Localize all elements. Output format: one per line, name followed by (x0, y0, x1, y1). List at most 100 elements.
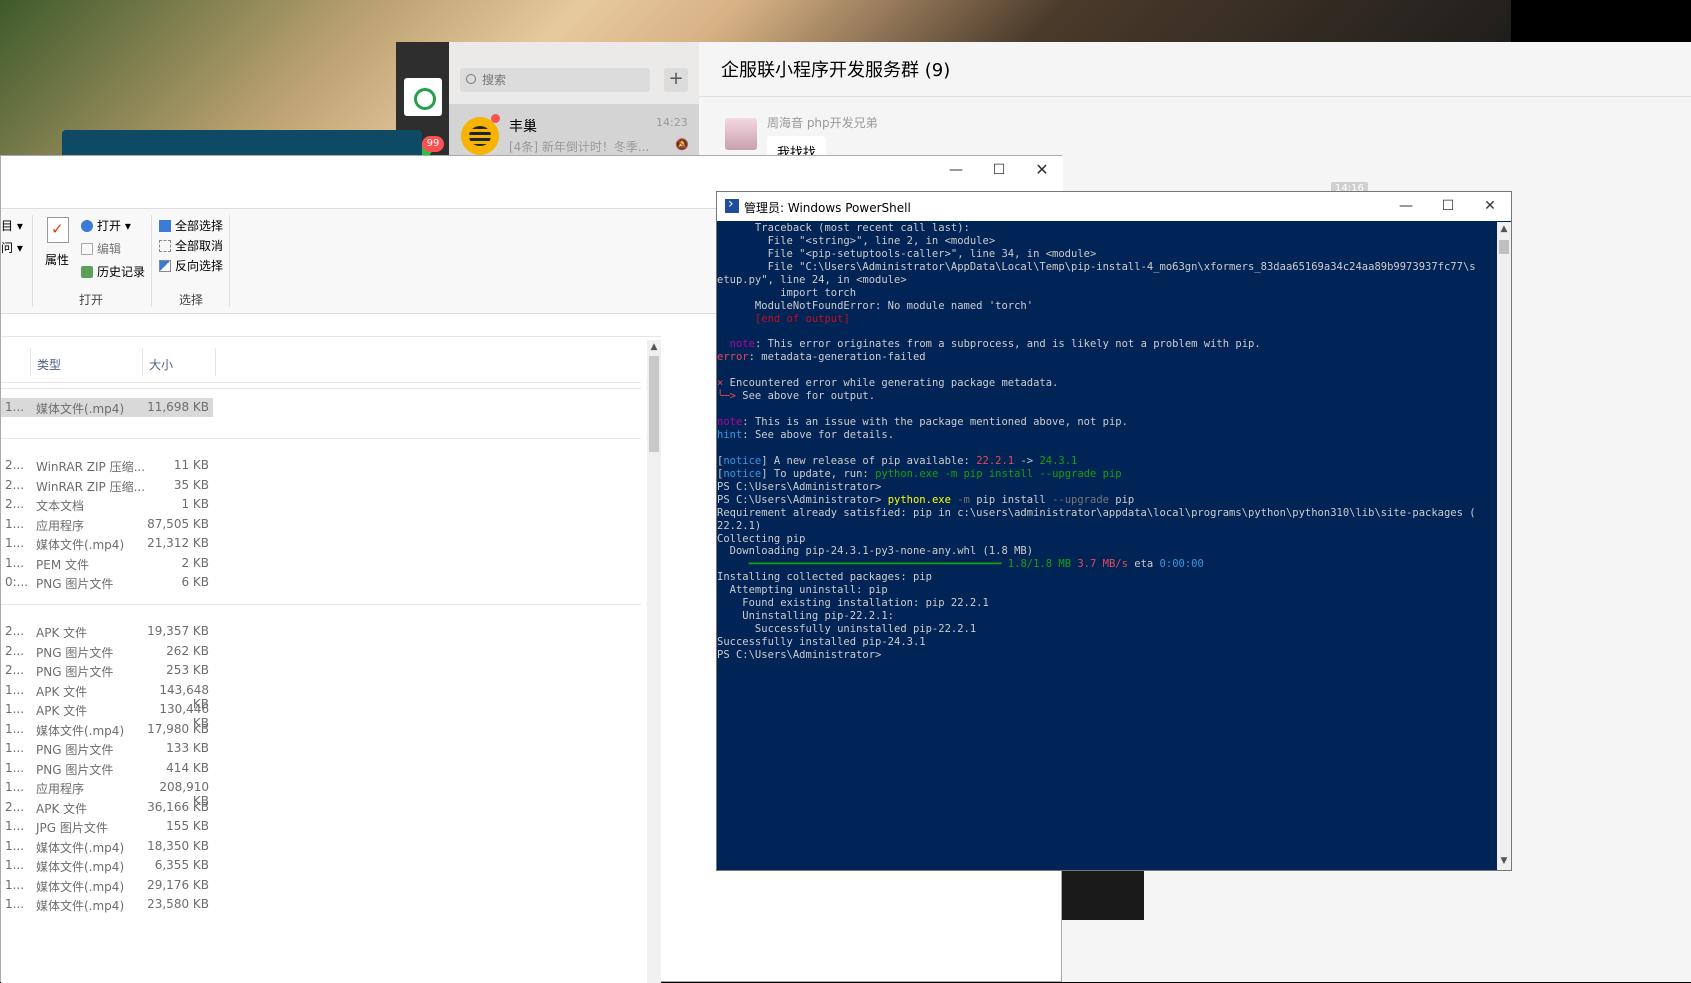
console-text-segment: ] A new release of pip available: (761, 454, 977, 467)
powershell-window: 管理员: Windows PowerShell — ☐ ✕ Traceback … (716, 191, 1512, 871)
console-text-segment: File "C:\Users\Administrator\AppData\Loc… (717, 260, 1476, 273)
minimize-button[interactable]: — (1385, 192, 1427, 222)
console-text-segment: pip install (969, 493, 1053, 506)
file-row[interactable]: 1... 媒体文件(.mp4) 29,176 KB (1, 876, 641, 895)
console-text-segment: 24.3.1 (1039, 454, 1078, 467)
console-text-segment: pip (1108, 493, 1135, 506)
file-date-cell: 2... (5, 497, 25, 511)
file-row[interactable]: 2... APK 文件 36,166 KB (1, 798, 641, 817)
close-button[interactable]: ✕ (1021, 156, 1063, 186)
file-row[interactable]: 1... JPG 图片文件 155 KB (1, 817, 641, 836)
console-text-segment: : This is an issue with the package ment… (742, 416, 1128, 429)
file-row[interactable]: 2... WinRAR ZIP 压缩... 35 KB (1, 476, 641, 495)
console-text-segment: --upgrade (1052, 493, 1109, 506)
console-line: etup.py", line 24, in <module> (717, 274, 1495, 287)
ribbon-divider (229, 215, 230, 307)
column-divider[interactable] (142, 348, 143, 376)
console-text-segment: 22.2.1) (717, 519, 762, 532)
file-row[interactable]: 1... 媒体文件(.mp4) 11,698 KB (1, 398, 213, 417)
vertical-scrollbar[interactable]: ▲ (647, 340, 661, 983)
file-row[interactable]: 2... PNG 图片文件 262 KB (1, 642, 641, 661)
file-date-cell: 1... (5, 760, 25, 775)
console-line: ━━━━━━━━━━━━━━━━━━━━━━━━━━━━━━━━━━━━━━━━… (717, 558, 1495, 571)
file-type-cell: APK 文件 (36, 801, 88, 816)
file-size-cell: 87,505 KB (147, 516, 209, 531)
file-row[interactable]: 1... 应用程序 87,505 KB (1, 515, 641, 534)
select-none-label: 全部取消 (175, 239, 224, 253)
console-line: [notice] A new release of pip available:… (717, 455, 1495, 468)
scroll-up-arrow-icon[interactable]: ▲ (647, 342, 661, 354)
file-row[interactable]: 0:... PNG 图片文件 6 KB (1, 573, 641, 592)
file-date-cell: 2... (5, 458, 25, 472)
file-date-cell: 2... (5, 663, 25, 677)
column-header-size[interactable]: 大小 (149, 356, 173, 373)
file-type-cell: 文本文档 (36, 499, 85, 513)
scrollbar-thumb[interactable] (1499, 240, 1509, 254)
window-title: 管理员: Windows PowerShell (744, 201, 911, 215)
file-row[interactable]: 1... 媒体文件(.mp4) 18,350 KB (1, 837, 641, 856)
file-row[interactable]: 2... WinRAR ZIP 压缩... 11 KB (1, 456, 641, 475)
file-row[interactable]: 2... APK 文件 19,357 KB (1, 622, 641, 641)
search-box[interactable] (460, 68, 650, 92)
console-text-segment: Traceback (most recent call last): (717, 222, 970, 234)
file-type-cell: 媒体文件(.mp4) (36, 723, 125, 738)
file-row[interactable]: 1... APK 文件 143,648 KB (1, 681, 641, 711)
file-row[interactable]: 2... PNG 图片文件 253 KB (1, 661, 641, 680)
select-all-button[interactable]: 全部选择 (159, 217, 223, 234)
console-line: Found existing installation: pip 22.2.1 (717, 597, 1495, 610)
close-button[interactable]: ✕ (1469, 192, 1511, 222)
file-date-cell: 1... (5, 721, 25, 736)
file-row[interactable]: 1... PEM 文件 2 KB (1, 554, 641, 573)
open-icon (81, 220, 93, 232)
file-row[interactable]: 1... 媒体文件(.mp4) 17,980 KB (1, 720, 641, 739)
file-row[interactable]: 1... 媒体文件(.mp4) 6,355 KB (1, 856, 641, 875)
console-text-segment: PS C:\Users\Administrator> (717, 480, 882, 493)
invert-selection-button[interactable]: 反向选择 (159, 257, 223, 274)
select-none-button[interactable]: 全部取消 (159, 237, 223, 254)
properties-button[interactable]: 属性 (45, 251, 69, 268)
column-divider[interactable] (30, 348, 31, 376)
sender-avatar[interactable] (725, 118, 757, 150)
powershell-icon (725, 196, 739, 213)
scroll-down-arrow-icon[interactable]: ▼ (1497, 856, 1511, 866)
console-scrollbar[interactable]: ▲ ▼ (1497, 222, 1511, 870)
column-header-type[interactable]: 类型 (37, 356, 61, 373)
file-row[interactable]: 1... 应用程序 208,910 KB (1, 778, 641, 808)
history-button[interactable]: 历史记录 (81, 263, 145, 280)
console-line: ╰─> See above for output. (717, 390, 1495, 403)
file-type-cell: 媒体文件(.mp4) (36, 860, 125, 874)
console-line: Traceback (most recent call last): (717, 222, 1495, 235)
file-size-cell: 23,580 KB (147, 897, 209, 911)
search-input[interactable] (482, 70, 642, 90)
avatar-logo-icon (414, 88, 436, 110)
file-row[interactable]: 1... PNG 图片文件 133 KB (1, 739, 641, 758)
properties-icon[interactable] (47, 217, 69, 243)
console-text-segment: -> (1014, 454, 1040, 467)
column-divider[interactable] (215, 348, 216, 376)
search-icon (466, 74, 476, 84)
edit-button[interactable]: 编辑 (81, 240, 121, 257)
user-avatar[interactable] (404, 78, 442, 116)
file-row[interactable]: 1... PNG 图片文件 414 KB (1, 759, 641, 778)
minimize-button[interactable]: — (935, 156, 977, 186)
scrollbar-thumb[interactable] (649, 356, 659, 452)
ribbon-item-truncated-2[interactable]: 问 ▾ (1, 239, 23, 256)
file-type-cell: PEM 文件 (36, 557, 89, 572)
maximize-button[interactable]: ☐ (978, 156, 1020, 186)
file-row[interactable]: 1... 媒体文件(.mp4) 21,312 KB (1, 534, 641, 553)
console-text-segment: 1.8/1.8 MB (1001, 558, 1072, 571)
file-row[interactable]: 2... 文本文档 1 KB (1, 495, 641, 514)
add-chat-button[interactable]: + (664, 68, 688, 92)
console-line: note: This error originates from a subpr… (717, 338, 1495, 351)
file-row[interactable]: 1... 媒体文件(.mp4) 23,580 KB (1, 895, 641, 914)
open-button[interactable]: 打开 ▾ (81, 217, 131, 234)
file-size-cell: 133 KB (166, 741, 209, 755)
maximize-button[interactable]: ☐ (1427, 192, 1469, 222)
scroll-up-arrow-icon[interactable]: ▲ (1497, 224, 1511, 234)
console-output[interactable]: Traceback (most recent call last): File … (717, 222, 1495, 870)
file-row[interactable]: 1... APK 文件 130,446 KB (1, 700, 641, 730)
ribbon-item-truncated-1[interactable]: 目 ▾ (1, 217, 23, 234)
console-line: [notice] To update, run: python.exe -m p… (717, 468, 1495, 481)
address-bar-area (1, 316, 661, 337)
console-text-segment: PS C:\Users\Administrator> (717, 493, 888, 506)
